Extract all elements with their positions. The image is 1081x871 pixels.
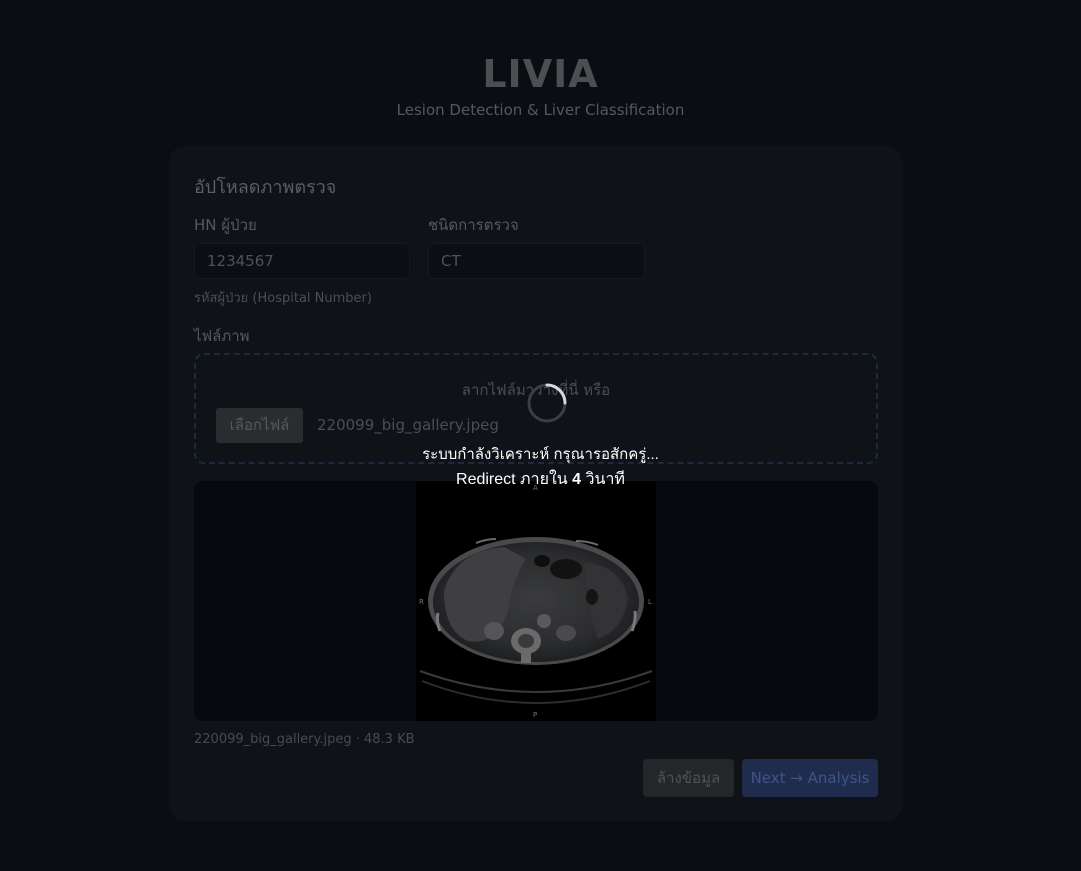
ct-scan-image: R L P A bbox=[416, 481, 656, 721]
marker-right: R bbox=[419, 598, 424, 606]
file-label: ไฟล์ภาพ bbox=[194, 327, 250, 345]
hn-input[interactable]: 1234567 bbox=[194, 243, 410, 279]
next-analysis-button[interactable]: Next → Analysis bbox=[742, 759, 878, 797]
modality-input[interactable]: CT bbox=[428, 243, 645, 279]
app-title: LIVIA bbox=[482, 52, 599, 96]
redirect-prefix: Redirect ภายใน bbox=[456, 471, 568, 488]
file-meta: 220099_big_gallery.jpeg · 48.3 KB bbox=[194, 732, 415, 747]
marker-posterior: P bbox=[533, 711, 537, 719]
hn-hint: รหัสผู้ป่วย (Hospital Number) bbox=[194, 291, 372, 306]
redirect-suffix: วินาที bbox=[585, 471, 625, 488]
modality-label: ชนิดการตรวจ bbox=[428, 216, 519, 234]
choose-file-button[interactable]: เลือกไฟล์ bbox=[216, 408, 303, 443]
loading-spinner-icon bbox=[527, 383, 567, 423]
redirect-countdown: Redirect ภายใน 4 วินาที bbox=[0, 467, 1081, 492]
card-title: อัปโหลดภาพตรวจ bbox=[194, 177, 337, 198]
loading-status-text: ระบบกำลังวิเคราะห์ กรุณารอสักครู่... bbox=[422, 446, 659, 463]
ct-scan-graphic: R L P A bbox=[419, 484, 653, 719]
app-subtitle: Lesion Detection & Liver Classification bbox=[396, 101, 685, 119]
clear-button[interactable]: ล้างข้อมูล bbox=[643, 759, 734, 797]
hn-label: HN ผู้ป่วย bbox=[194, 216, 257, 234]
marker-left: L bbox=[648, 598, 652, 606]
redirect-seconds: 4 bbox=[572, 471, 582, 488]
chosen-file-name: 220099_big_gallery.jpeg bbox=[317, 416, 499, 434]
